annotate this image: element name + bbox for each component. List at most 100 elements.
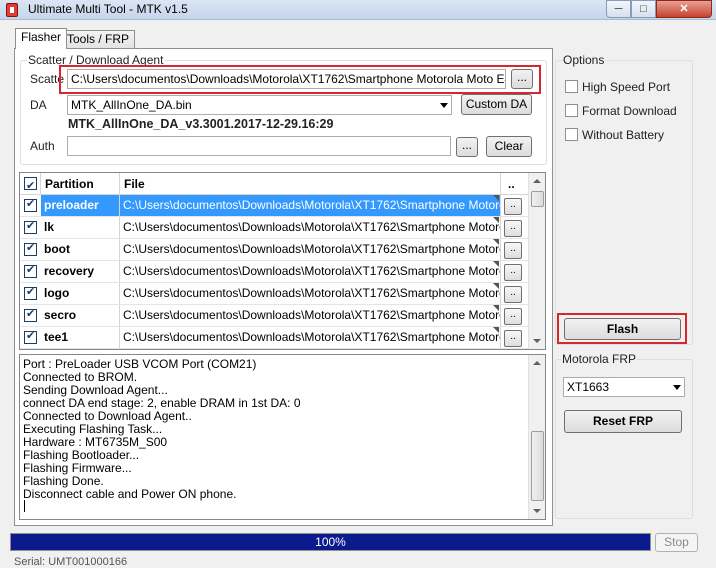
scroll-down-arrow-icon[interactable] [533, 339, 541, 343]
option-high-speed-port[interactable]: High Speed Port [565, 79, 670, 94]
auth-file-input[interactable] [67, 136, 451, 156]
scroll-up-arrow-icon[interactable] [533, 361, 541, 365]
partition-file: C:\Users\documentos\Downloads\Motorola\X… [120, 261, 501, 282]
frp-model-select[interactable]: XT1663 [563, 377, 685, 397]
high-speed-port-label: High Speed Port [582, 79, 671, 94]
options-group-label: Options [562, 53, 606, 67]
auth-clear-button[interactable]: Clear [486, 136, 532, 157]
da-version-text: MTK_AllInOne_DA_v3.3001.2017-12-29.16:29 [68, 117, 334, 131]
row-checkbox[interactable] [24, 307, 37, 322]
partition-file: C:\Users\documentos\Downloads\Motorola\X… [120, 217, 501, 238]
partition-name: logo [41, 283, 120, 304]
header-select-all-cell [20, 173, 41, 197]
cell-overflow-marker [493, 261, 499, 267]
log-line: Disconnect cable and Power ON phone. [23, 487, 237, 501]
scroll-down-arrow-icon[interactable] [533, 509, 541, 513]
row-browse-button[interactable]: .. [504, 198, 522, 215]
partition-name: secro [41, 305, 120, 326]
auth-label: Auth [30, 139, 55, 153]
select-all-checkbox[interactable] [24, 175, 37, 197]
progress-text: 100% [315, 535, 346, 549]
cell-overflow-marker [493, 327, 499, 333]
header-partition: Partition [41, 173, 120, 195]
header-file: File [120, 173, 501, 195]
scrollbar-thumb[interactable] [531, 431, 544, 501]
frp-model-value: XT1663 [567, 380, 610, 394]
row-checkbox[interactable] [24, 263, 37, 278]
scatter-file-input[interactable]: C:\Users\documentos\Downloads\Motorola\X… [67, 69, 506, 89]
row-checkbox[interactable] [24, 219, 37, 234]
scatter-browse-button[interactable]: ... [511, 69, 533, 89]
option-format-download[interactable]: Format Download [565, 103, 677, 118]
row-browse-button[interactable]: .. [504, 220, 522, 237]
scrollbar-thumb[interactable] [531, 191, 544, 207]
row-checkbox[interactable] [24, 285, 37, 300]
cell-overflow-marker [493, 217, 499, 223]
cell-overflow-marker [493, 239, 499, 245]
reset-frp-button[interactable]: Reset FRP [564, 410, 682, 433]
tab-tools-frp[interactable]: Tools / FRP [61, 30, 136, 48]
option-without-battery[interactable]: Without Battery [565, 127, 664, 142]
row-browse-button[interactable]: .. [504, 286, 522, 303]
cell-overflow-marker [493, 283, 499, 289]
auth-browse-button[interactable]: ... [456, 137, 478, 157]
without-battery-label: Without Battery [582, 127, 665, 142]
table-row[interactable]: boot C:\Users\documentos\Downloads\Motor… [20, 239, 528, 261]
table-row[interactable]: lk C:\Users\documentos\Downloads\Motorol… [20, 217, 528, 239]
partition-file: C:\Users\documentos\Downloads\Motorola\X… [120, 327, 501, 348]
partition-name: tee1 [41, 327, 120, 348]
da-select-value: MTK_AllInOne_DA.bin [71, 98, 192, 112]
window-title: Ultimate Multi Tool - MTK v1.5 [28, 2, 188, 16]
table-row[interactable]: tee1 C:\Users\documentos\Downloads\Motor… [20, 327, 528, 349]
row-browse-button[interactable]: .. [504, 264, 522, 281]
app-icon [6, 3, 18, 17]
scroll-up-arrow-icon[interactable] [533, 179, 541, 183]
partition-table-header: Partition File .. [20, 173, 528, 197]
da-select[interactable]: MTK_AllInOne_DA.bin [67, 95, 452, 115]
close-button[interactable]: ✕ [656, 0, 712, 18]
format-download-checkbox[interactable] [565, 104, 578, 118]
partition-file: C:\Users\documentos\Downloads\Motorola\X… [120, 305, 501, 326]
partition-name: preloader [41, 195, 120, 216]
title-bar: Ultimate Multi Tool - MTK v1.5 ─ □ ✕ [0, 0, 716, 20]
app-window: Ultimate Multi Tool - MTK v1.5 ─ □ ✕ Fla… [0, 0, 716, 568]
partition-file: C:\Users\documentos\Downloads\Motorola\X… [120, 239, 501, 260]
log-output[interactable]: Port : PreLoader USB VCOM Port (COM21) C… [19, 354, 546, 520]
table-row[interactable]: secro C:\Users\documentos\Downloads\Moto… [20, 305, 528, 327]
flash-button[interactable]: Flash [564, 318, 681, 340]
table-row[interactable]: logo C:\Users\documentos\Downloads\Motor… [20, 283, 528, 305]
partition-name: lk [41, 217, 120, 238]
progress-bar: 100% [10, 533, 651, 551]
chevron-down-icon [440, 103, 448, 108]
partition-name: recovery [41, 261, 120, 282]
without-battery-checkbox[interactable] [565, 128, 578, 142]
partition-name: boot [41, 239, 120, 260]
custom-da-button[interactable]: Custom DA [461, 94, 532, 115]
log-scrollbar[interactable] [528, 355, 545, 519]
serial-status-text: Serial: UMT001000166 [14, 556, 128, 568]
frp-group-label: Motorola FRP [561, 352, 638, 366]
row-checkbox[interactable] [24, 329, 37, 344]
cell-overflow-marker [493, 305, 499, 311]
table-row[interactable]: recovery C:\Users\documentos\Downloads\M… [20, 261, 528, 283]
cell-overflow-marker [493, 195, 499, 201]
da-label: DA [30, 98, 47, 112]
partition-table-scrollbar[interactable] [528, 173, 545, 349]
table-row[interactable]: preloader C:\Users\documentos\Downloads\… [20, 195, 528, 217]
row-checkbox[interactable] [24, 241, 37, 256]
stop-button[interactable]: Stop [655, 533, 698, 552]
partition-file: C:\Users\documentos\Downloads\Motorola\X… [120, 283, 501, 304]
row-browse-button[interactable]: .. [504, 242, 522, 259]
text-caret [24, 500, 25, 512]
maximize-button[interactable]: □ [631, 0, 656, 18]
partition-table: Partition File .. preloader C:\Users\doc… [19, 172, 546, 350]
row-browse-button[interactable]: .. [504, 330, 522, 347]
partition-file: C:\Users\documentos\Downloads\Motorola\X… [120, 195, 501, 216]
header-extra: .. [508, 177, 515, 191]
tab-flasher[interactable]: Flasher [15, 28, 68, 49]
row-browse-button[interactable]: .. [504, 308, 522, 325]
row-checkbox[interactable] [24, 197, 37, 212]
format-download-label: Format Download [582, 103, 677, 118]
minimize-button[interactable]: ─ [606, 0, 631, 18]
high-speed-port-checkbox[interactable] [565, 80, 578, 94]
